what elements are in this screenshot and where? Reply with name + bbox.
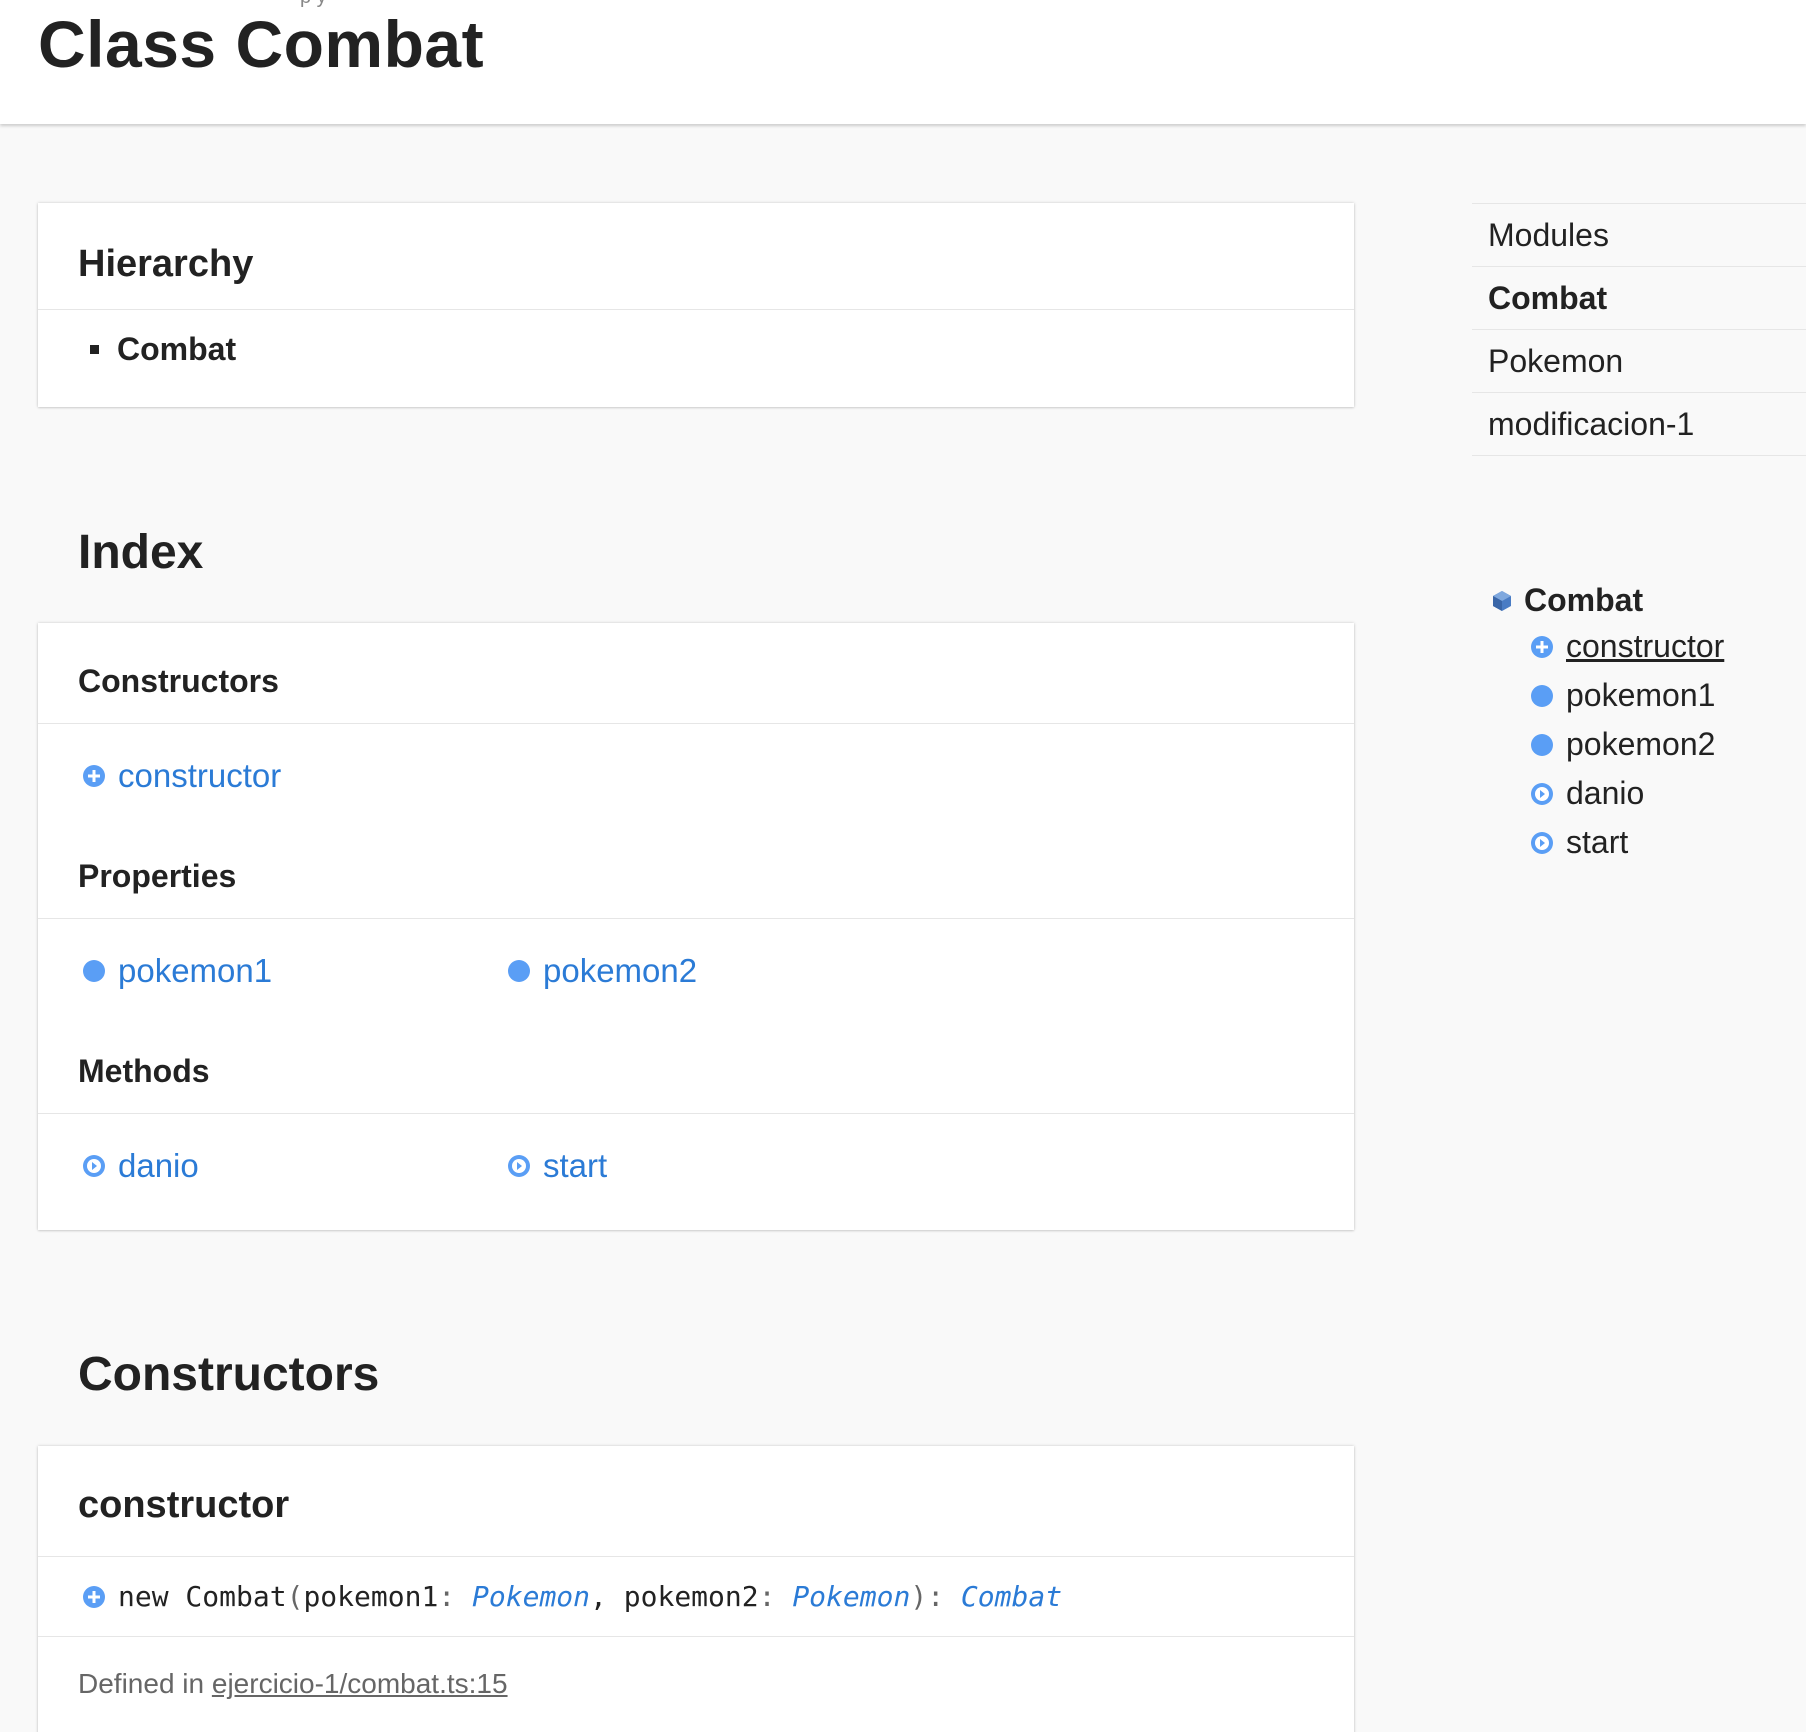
index-link-danio[interactable]: danio: [82, 1147, 199, 1185]
constructor-signature: new Combat ( pokemon1 : Pokemon , pokemo…: [82, 1580, 1062, 1613]
property-icon: [82, 959, 106, 983]
toc-item-label: pokemon1: [1566, 677, 1716, 713]
index-link-label: danio: [118, 1147, 199, 1184]
hierarchy-heading: Hierarchy: [78, 243, 254, 285]
index-link-pokemon2[interactable]: pokemon2: [507, 952, 697, 990]
sidebar-item-pokemon[interactable]: Pokemon: [1472, 330, 1806, 393]
toc-item-danio[interactable]: danio: [1490, 769, 1724, 818]
toc-item-label: start: [1566, 824, 1629, 860]
sig-colon: :: [438, 1580, 473, 1613]
method-icon: [82, 1154, 106, 1178]
toc-item-label: danio: [1566, 775, 1645, 811]
index-link-label: constructor: [118, 757, 282, 794]
defined-in: Defined in ejercicio-1/combat.ts:15: [78, 1668, 508, 1700]
index-constructors-heading: Constructors: [78, 663, 279, 699]
sig-close: ):: [910, 1580, 961, 1613]
sig-param-2: pokemon2: [623, 1580, 759, 1613]
source-link[interactable]: ejercicio-1/combat.ts:15: [212, 1668, 508, 1699]
index-link-constructor[interactable]: constructor: [82, 757, 281, 795]
index-link-pokemon1[interactable]: pokemon1: [82, 952, 272, 990]
class-icon: [1490, 588, 1514, 612]
index-properties-heading: Properties: [78, 858, 237, 894]
divider: [38, 918, 1354, 919]
divider: [38, 309, 1354, 310]
toc-root-combat[interactable]: Combat: [1490, 578, 1724, 622]
constructor-title: constructor: [78, 1484, 290, 1526]
property-icon: [1530, 684, 1554, 708]
sidebar-item-modificacion-1[interactable]: modificacion-1: [1472, 393, 1806, 456]
sidebar-item-combat[interactable]: Combat: [1472, 267, 1806, 330]
sig-type-1-link[interactable]: Pokemon: [472, 1580, 590, 1613]
index-heading: Index: [78, 526, 204, 579]
sig-return-type-link[interactable]: Combat: [961, 1580, 1062, 1613]
toc-item-label: pokemon2: [1566, 726, 1716, 762]
constructor-icon: [82, 764, 106, 788]
divider: [38, 1113, 1354, 1114]
index-methods-heading: Methods: [78, 1053, 210, 1089]
sidebar-toc: Combat constructor pokemon1 pokemon2 dan…: [1490, 578, 1724, 867]
hierarchy-item: Combat: [90, 331, 236, 368]
index-link-label: pokemon2: [543, 952, 698, 989]
toc-root-label: Combat: [1524, 581, 1644, 618]
property-icon: [1530, 733, 1554, 757]
toc-item-pokemon2[interactable]: pokemon2: [1490, 720, 1724, 769]
divider: [38, 1636, 1354, 1637]
sidebar-nav: Modules Combat Pokemon modificacion-1: [1472, 203, 1806, 456]
index-link-label: start: [543, 1147, 608, 1184]
sig-sep: ,: [590, 1580, 624, 1613]
index-panel: Constructors constructor Properties poke…: [38, 623, 1354, 1230]
sig-prefix: new Combat: [118, 1580, 287, 1613]
method-icon: [1530, 782, 1554, 806]
constructor-icon: [1530, 635, 1554, 659]
hierarchy-panel: Hierarchy Combat: [38, 203, 1354, 407]
toc-item-pokemon1[interactable]: pokemon1: [1490, 671, 1724, 720]
sig-open: (: [286, 1580, 304, 1613]
index-link-label: pokemon1: [118, 952, 273, 989]
index-link-start[interactable]: start: [507, 1147, 607, 1185]
defined-in-label: Defined in: [78, 1668, 212, 1699]
sig-type-2-link[interactable]: Pokemon: [792, 1580, 910, 1613]
method-icon: [507, 1154, 531, 1178]
toc-item-label: constructor: [1566, 628, 1725, 664]
constructor-panel: constructor new Combat ( pokemon1 : Poke…: [38, 1446, 1354, 1732]
page-header: p y Class Combat: [0, 0, 1806, 124]
page-title: Class Combat: [38, 7, 485, 81]
property-icon: [507, 959, 531, 983]
constructor-icon: [82, 1585, 106, 1609]
sidebar-item-modules[interactable]: Modules: [1472, 204, 1806, 267]
divider: [38, 1556, 1354, 1557]
bullet-icon: [90, 345, 99, 354]
constructors-heading: Constructors: [78, 1348, 380, 1401]
method-icon: [1530, 831, 1554, 855]
toc-item-start[interactable]: start: [1490, 818, 1724, 867]
toc-item-constructor[interactable]: constructor: [1490, 622, 1724, 671]
divider: [38, 723, 1354, 724]
hierarchy-item-label: Combat: [117, 331, 237, 367]
sig-colon: :: [758, 1580, 793, 1613]
sig-param-1: pokemon1: [303, 1580, 439, 1613]
